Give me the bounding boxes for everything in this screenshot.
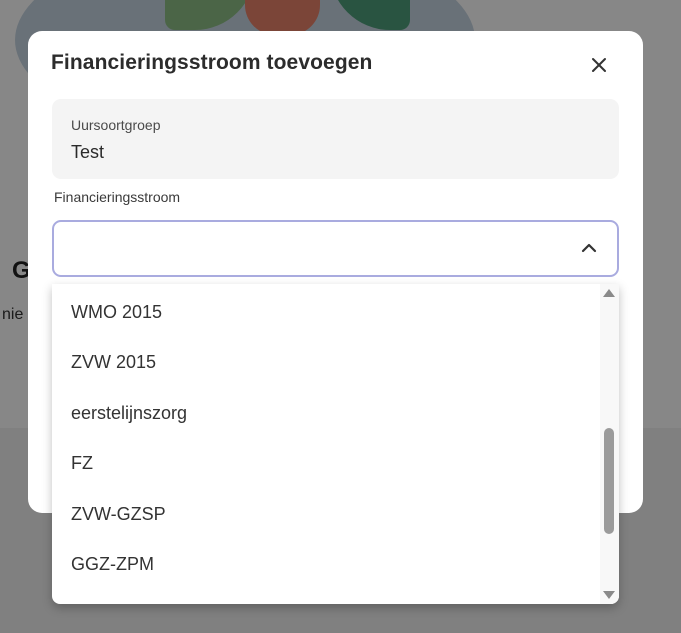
scrollbar-thumb[interactable] [604, 428, 614, 534]
funding-stream-dropdown[interactable]: WMO 2015 ZVW 2015 eerstelijnszorg FZ ZVW… [52, 284, 619, 604]
scroll-down-arrow-icon[interactable] [603, 591, 615, 599]
funding-stream-label: Financieringsstroom [54, 189, 181, 205]
dropdown-option[interactable]: GGZ-ZPM [52, 539, 600, 589]
chevron-up-icon [581, 243, 597, 253]
scroll-up-arrow-icon[interactable] [603, 289, 615, 297]
hour-type-group-value: Test [71, 142, 105, 162]
close-button[interactable] [584, 50, 614, 80]
hour-type-group-field: Uursoortgroep Test [52, 99, 619, 179]
dropdown-option[interactable]: eerstelijnszorg [52, 388, 600, 438]
dropdown-scrollbar[interactable] [600, 284, 619, 604]
dropdown-option[interactable]: FZ [52, 438, 600, 488]
hour-type-group-label: Uursoortgroep [71, 117, 161, 133]
modal-title: Financieringsstroom toevoegen [51, 51, 373, 74]
funding-stream-select[interactable] [52, 220, 619, 277]
dropdown-option[interactable]: WMO 2015 [52, 287, 600, 337]
dropdown-option[interactable]: ZVW-GZSP [52, 489, 600, 539]
close-icon [592, 58, 606, 72]
dropdown-option[interactable]: ZVW 2015 [52, 337, 600, 387]
